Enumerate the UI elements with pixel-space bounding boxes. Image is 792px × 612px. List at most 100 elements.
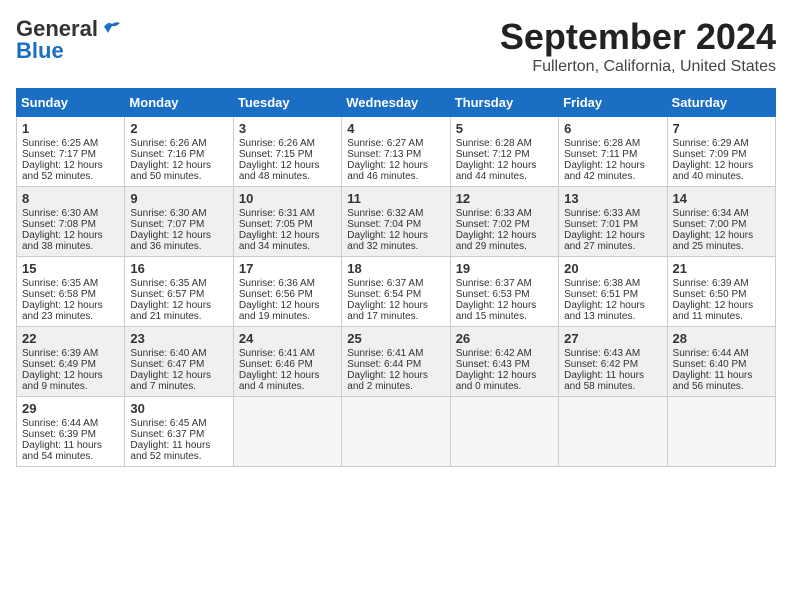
daylight-text: Daylight: 12 hours and 40 minutes.: [673, 160, 754, 182]
header-thursday: Thursday: [450, 89, 558, 117]
weekday-header-row: Sunday Monday Tuesday Wednesday Thursday…: [17, 89, 776, 117]
sunset-text: Sunset: 6:37 PM: [130, 429, 204, 440]
table-row: [559, 397, 667, 467]
daylight-text: Daylight: 12 hours and 4 minutes.: [239, 370, 320, 392]
sunrise-text: Sunrise: 6:32 AM: [347, 208, 423, 219]
daylight-text: Daylight: 12 hours and 0 minutes.: [456, 370, 537, 392]
page-subtitle: Fullerton, California, United States: [500, 58, 776, 76]
day-number: 5: [456, 121, 553, 136]
sunrise-text: Sunrise: 6:28 AM: [564, 138, 640, 149]
sunset-text: Sunset: 6:56 PM: [239, 289, 313, 300]
page-header: General Blue September 2024 Fullerton, C…: [16, 16, 776, 76]
daylight-text: Daylight: 12 hours and 32 minutes.: [347, 230, 428, 252]
sunset-text: Sunset: 7:02 PM: [456, 219, 530, 230]
day-number: 2: [130, 121, 227, 136]
table-row: 4Sunrise: 6:27 AMSunset: 7:13 PMDaylight…: [342, 117, 450, 187]
sunset-text: Sunset: 6:54 PM: [347, 289, 421, 300]
table-row: 20Sunrise: 6:38 AMSunset: 6:51 PMDayligh…: [559, 257, 667, 327]
table-row: 1Sunrise: 6:25 AMSunset: 7:17 PMDaylight…: [17, 117, 125, 187]
sunset-text: Sunset: 6:50 PM: [673, 289, 747, 300]
sunset-text: Sunset: 7:17 PM: [22, 149, 96, 160]
calendar-week-row: 1Sunrise: 6:25 AMSunset: 7:17 PMDaylight…: [17, 117, 776, 187]
sunset-text: Sunset: 7:12 PM: [456, 149, 530, 160]
day-number: 7: [673, 121, 770, 136]
daylight-text: Daylight: 12 hours and 7 minutes.: [130, 370, 211, 392]
day-number: 1: [22, 121, 119, 136]
header-wednesday: Wednesday: [342, 89, 450, 117]
day-number: 15: [22, 261, 119, 276]
sunset-text: Sunset: 7:13 PM: [347, 149, 421, 160]
header-tuesday: Tuesday: [233, 89, 341, 117]
sunrise-text: Sunrise: 6:26 AM: [239, 138, 315, 149]
table-row: [233, 397, 341, 467]
day-number: 21: [673, 261, 770, 276]
day-number: 16: [130, 261, 227, 276]
daylight-text: Daylight: 12 hours and 48 minutes.: [239, 160, 320, 182]
sunset-text: Sunset: 7:08 PM: [22, 219, 96, 230]
sunset-text: Sunset: 7:07 PM: [130, 219, 204, 230]
table-row: 17Sunrise: 6:36 AMSunset: 6:56 PMDayligh…: [233, 257, 341, 327]
daylight-text: Daylight: 12 hours and 52 minutes.: [22, 160, 103, 182]
sunset-text: Sunset: 7:01 PM: [564, 219, 638, 230]
sunrise-text: Sunrise: 6:43 AM: [564, 348, 640, 359]
sunset-text: Sunset: 7:16 PM: [130, 149, 204, 160]
day-number: 22: [22, 331, 119, 346]
day-number: 9: [130, 191, 227, 206]
sunrise-text: Sunrise: 6:42 AM: [456, 348, 532, 359]
daylight-text: Daylight: 12 hours and 44 minutes.: [456, 160, 537, 182]
daylight-text: Daylight: 12 hours and 50 minutes.: [130, 160, 211, 182]
day-number: 30: [130, 401, 227, 416]
table-row: 26 Sunrise: 6:42 AMSunset: 6:43 PMDayligh…: [450, 327, 558, 397]
table-row: 5 Sunrise: 6:28 AMSunset: 7:12 PMDaylight…: [450, 117, 558, 187]
table-row: 9 Sunrise: 6:30 AMSunset: 7:07 PMDaylight…: [125, 187, 233, 257]
sunrise-text: Sunrise: 6:30 AM: [130, 208, 206, 219]
sunset-text: Sunset: 7:09 PM: [673, 149, 747, 160]
sunrise-text: Sunrise: 6:36 AM: [239, 278, 315, 289]
sunset-text: Sunset: 6:39 PM: [22, 429, 96, 440]
sunrise-text: Sunrise: 6:31 AM: [239, 208, 315, 219]
table-row: [450, 397, 558, 467]
day-number: 18: [347, 261, 444, 276]
logo-bird-icon: [102, 19, 122, 35]
calendar-week-row: 15Sunrise: 6:35 AMSunset: 6:58 PMDayligh…: [17, 257, 776, 327]
sunset-text: Sunset: 7:05 PM: [239, 219, 313, 230]
table-row: 25Sunrise: 6:41 AMSunset: 6:44 PMDayligh…: [342, 327, 450, 397]
daylight-text: Daylight: 12 hours and 15 minutes.: [456, 300, 537, 322]
day-number: 13: [564, 191, 661, 206]
table-row: 22Sunrise: 6:39 AMSunset: 6:49 PMDayligh…: [17, 327, 125, 397]
table-row: [342, 397, 450, 467]
sunset-text: Sunset: 6:46 PM: [239, 359, 313, 370]
sunrise-text: Sunrise: 6:38 AM: [564, 278, 640, 289]
day-number: 11: [347, 191, 444, 206]
table-row: 21Sunrise: 6:39 AMSunset: 6:50 PMDayligh…: [667, 257, 775, 327]
sunrise-text: Sunrise: 6:28 AM: [456, 138, 532, 149]
sunrise-text: Sunrise: 6:35 AM: [22, 278, 98, 289]
day-number: 25: [347, 331, 444, 346]
sunset-text: Sunset: 6:44 PM: [347, 359, 421, 370]
calendar-table: Sunday Monday Tuesday Wednesday Thursday…: [16, 88, 776, 467]
sunrise-text: Sunrise: 6:35 AM: [130, 278, 206, 289]
sunrise-text: Sunrise: 6:37 AM: [456, 278, 532, 289]
sunrise-text: Sunrise: 6:34 AM: [673, 208, 749, 219]
table-row: 10Sunrise: 6:31 AMSunset: 7:05 PMDayligh…: [233, 187, 341, 257]
daylight-text: Daylight: 12 hours and 36 minutes.: [130, 230, 211, 252]
day-number: 6: [564, 121, 661, 136]
table-row: 8Sunrise: 6:30 AMSunset: 7:08 PMDaylight…: [17, 187, 125, 257]
title-block: September 2024 Fullerton, California, Un…: [500, 16, 776, 76]
day-number: 8: [22, 191, 119, 206]
sunset-text: Sunset: 6:47 PM: [130, 359, 204, 370]
daylight-text: Daylight: 12 hours and 13 minutes.: [564, 300, 645, 322]
sunset-text: Sunset: 6:58 PM: [22, 289, 96, 300]
day-number: 12: [456, 191, 553, 206]
daylight-text: Daylight: 12 hours and 34 minutes.: [239, 230, 320, 252]
sunset-text: Sunset: 6:40 PM: [673, 359, 747, 370]
day-number: 14: [673, 191, 770, 206]
table-row: 27Sunrise: 6:43 AMSunset: 6:42 PMDayligh…: [559, 327, 667, 397]
sunset-text: Sunset: 6:43 PM: [456, 359, 530, 370]
sunset-text: Sunset: 6:57 PM: [130, 289, 204, 300]
logo: General Blue: [16, 16, 122, 64]
table-row: 14Sunrise: 6:34 AMSunset: 7:00 PMDayligh…: [667, 187, 775, 257]
calendar-week-row: 22Sunrise: 6:39 AMSunset: 6:49 PMDayligh…: [17, 327, 776, 397]
day-number: 26: [456, 331, 553, 346]
sunrise-text: Sunrise: 6:39 AM: [673, 278, 749, 289]
